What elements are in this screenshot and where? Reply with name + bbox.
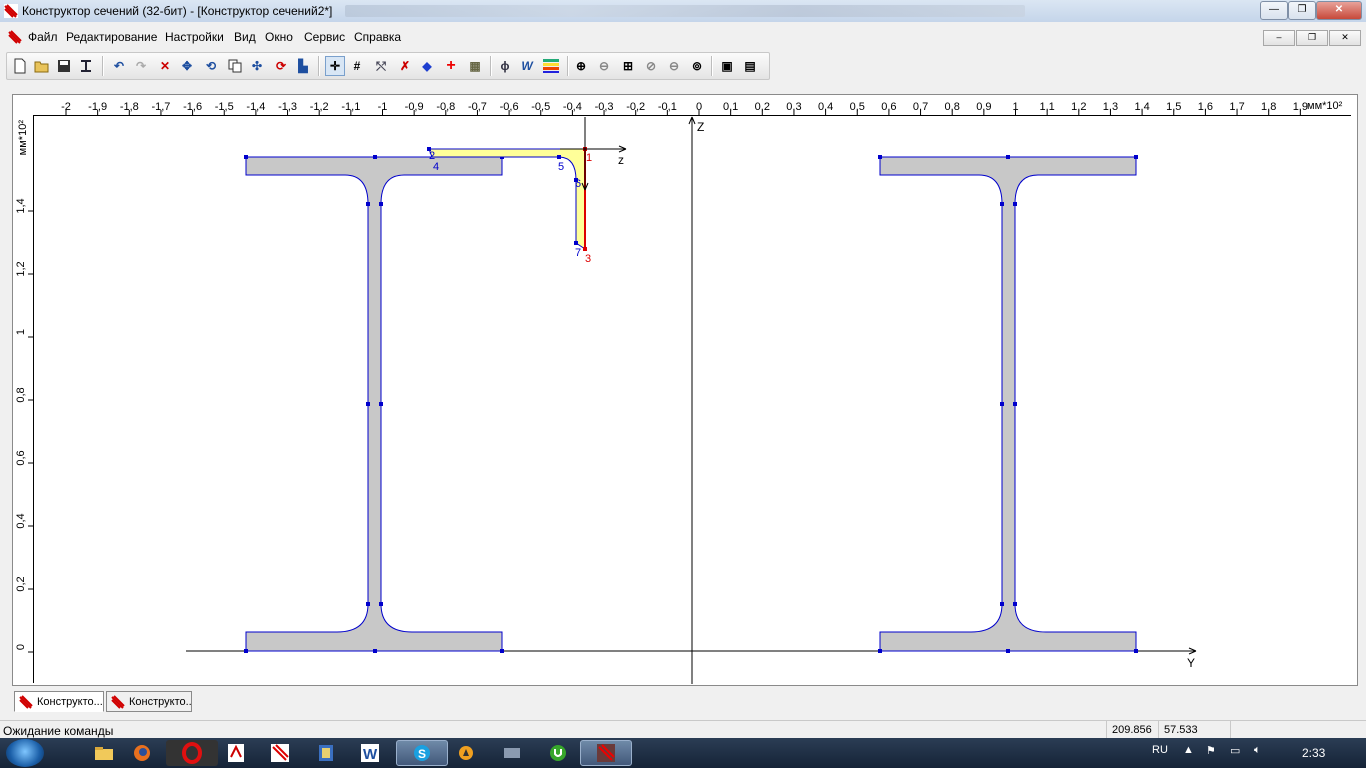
zoom-all-icon[interactable]: ⊖ — [664, 56, 684, 76]
menu-bar: Файл Редактирование Настройки Вид Окно С… — [0, 26, 1366, 48]
tab-label: Конструкто... — [129, 695, 192, 708]
zoom-prev-icon[interactable]: ⊘ — [641, 56, 661, 76]
zoom-out-icon[interactable]: ⊖ — [594, 56, 614, 76]
document-icon — [19, 694, 33, 709]
menu-edit[interactable]: Редактирование — [66, 30, 157, 44]
save-icon[interactable] — [54, 56, 74, 76]
word-export-icon[interactable]: W — [517, 56, 537, 76]
tab-document-1[interactable]: Конструкто... — [14, 691, 104, 712]
ruler-unit-vertical: мм*10² — [17, 120, 29, 156]
menu-settings[interactable]: Настройки — [165, 30, 224, 44]
zoom-fit-icon[interactable]: ⊚ — [687, 56, 707, 76]
print-icon[interactable]: ▣ — [717, 56, 737, 76]
tab-label: Конструкто... — [37, 695, 103, 708]
title-bar: Конструктор сечений (32-бит) - [Конструк… — [0, 0, 1366, 22]
window-title: Конструктор сечений (32-бит) - [Конструк… — [22, 4, 333, 18]
document-icon — [111, 694, 125, 709]
ruler-unit-horizontal: мм*10² — [1307, 100, 1343, 112]
tray-volume-icon[interactable]: 🔈︎ — [1254, 744, 1261, 757]
toolbar-separator — [490, 56, 492, 76]
taskbar-vlc[interactable] — [440, 740, 492, 766]
document-close-button[interactable]: ✕ — [1329, 30, 1361, 46]
add-point-icon[interactable]: + — [441, 56, 461, 76]
snap-cursor-icon[interactable]: ✛ — [325, 56, 345, 76]
undo-icon[interactable]: ↶ — [109, 56, 129, 76]
status-text: Ожидание команды — [3, 724, 114, 738]
svg-text:W: W — [363, 746, 378, 763]
open-folder-icon[interactable] — [32, 56, 52, 76]
window-maximize-button[interactable]: ❐ — [1288, 1, 1316, 20]
taskbar-section-builder[interactable] — [254, 740, 306, 766]
toolbar-separator — [567, 56, 569, 76]
tray-network-icon[interactable]: ▭ — [1230, 744, 1240, 757]
tray-clock[interactable]: 2:33 — [1302, 746, 1325, 760]
document-icon — [8, 30, 22, 44]
status-bar: Ожидание команды 209.856 57.533 — [0, 720, 1366, 739]
print-preview-icon[interactable]: ▤ — [740, 56, 760, 76]
menu-window[interactable]: Окно — [265, 30, 293, 44]
taskbar-word[interactable]: W — [344, 740, 396, 766]
app-logo-icon — [4, 4, 18, 18]
vertical-ruler — [15, 115, 34, 683]
status-coord-y: 57.533 — [1164, 724, 1198, 736]
window-minimize-button[interactable]: — — [1260, 1, 1288, 20]
node-delete-icon[interactable]: ✗ — [395, 56, 415, 76]
grid-icon[interactable]: # — [347, 56, 367, 76]
tray-flag-icon[interactable]: ⚑ — [1206, 744, 1216, 757]
zoom-in-icon[interactable]: ⊕ — [571, 56, 591, 76]
new-file-icon[interactable] — [10, 56, 30, 76]
color-scale-icon[interactable] — [541, 56, 561, 76]
node-move-icon[interactable]: ⤲ — [371, 56, 391, 76]
svg-text:S: S — [418, 747, 426, 761]
move-icon[interactable]: ✣ — [247, 56, 267, 76]
toolbar-separator — [318, 56, 320, 76]
document-restore-button[interactable]: ❐ — [1296, 30, 1328, 46]
properties-icon[interactable]: ϕ — [495, 56, 515, 76]
section-icon[interactable] — [76, 56, 96, 76]
toolbar-separator — [102, 56, 104, 76]
tray-language[interactable]: RU — [1152, 744, 1168, 756]
taskbar-utorrent[interactable] — [532, 740, 584, 766]
taskbar: W S RU ▲ ⚑ ▭ 🔈︎ 2:33 — [0, 738, 1366, 768]
menu-file[interactable]: Файл — [28, 30, 58, 44]
tray-show-hidden-icon[interactable]: ▲ — [1183, 744, 1194, 756]
menu-service[interactable]: Сервис — [304, 30, 345, 44]
main-toolbar: ↶ ↷ ✕ ✥ ⟲ ✣ ⟳ ▙ ✛ # ⤲ ✗ ◆ + ▦ ϕ W ⊕ ⊖ ⊞ … — [6, 52, 770, 80]
status-coord-x: 209.856 — [1112, 724, 1152, 736]
window-close-button[interactable]: ✕ — [1316, 1, 1362, 20]
blurred-background-title — [345, 5, 1025, 17]
menu-view[interactable]: Вид — [234, 30, 256, 44]
mirror-icon[interactable]: ⟳ — [271, 56, 291, 76]
flag-icon[interactable]: ▙ — [293, 56, 313, 76]
delete-icon[interactable]: ✕ — [155, 56, 175, 76]
taskbar-firefox[interactable] — [116, 740, 168, 766]
redo-icon[interactable]: ↷ — [131, 56, 151, 76]
start-button[interactable] — [6, 739, 44, 767]
taskbar-section-builder-active[interactable] — [580, 740, 632, 766]
calculator-icon[interactable]: ▦ — [465, 56, 485, 76]
document-minimize-button[interactable]: – — [1263, 30, 1295, 46]
rotate-icon[interactable]: ⟲ — [201, 56, 221, 76]
center-icon[interactable]: ✥ — [177, 56, 197, 76]
drawing-area[interactable] — [12, 94, 1358, 686]
tab-document-2[interactable]: Конструкто... — [106, 691, 192, 712]
node-point-icon[interactable]: ◆ — [417, 56, 437, 76]
horizontal-ruler — [33, 97, 1351, 116]
toolbar-separator — [711, 56, 713, 76]
zoom-window-icon[interactable]: ⊞ — [618, 56, 638, 76]
menu-help[interactable]: Справка — [354, 30, 401, 44]
copy-icon[interactable] — [225, 56, 245, 76]
taskbar-remote[interactable] — [486, 740, 538, 766]
